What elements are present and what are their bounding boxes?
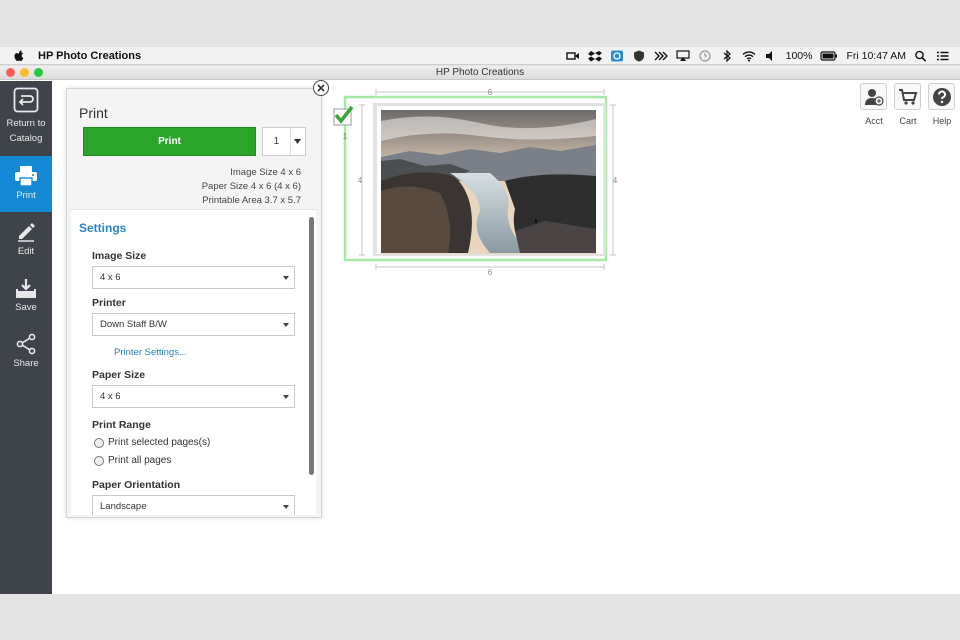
panel-title: Print [79,105,108,121]
help-button[interactable]: Help [928,83,956,126]
pencil-icon [18,223,35,242]
scrollbar-thumb[interactable] [309,217,314,475]
photo-preview: 6 6 4 4 1 [333,88,618,277]
page-select-checkbox[interactable] [333,105,354,126]
dimension-top: 6 [488,88,493,97]
radio-label: Print selected pages(s) [108,437,211,448]
image-size-label: Image Size [92,250,147,262]
chevron-down-icon [283,276,289,280]
spotlight-search-icon[interactable] [914,50,928,62]
printer-icon [15,166,37,187]
left-nav-rail: Return to Catalog Print Edit Save Share [0,81,52,594]
settings-scrollbar[interactable] [309,217,315,513]
printer-select[interactable]: Down Staff B/W [92,313,295,336]
rail-item-share[interactable]: Share [0,333,52,383]
account-icon [864,88,884,106]
photo-image[interactable] [381,110,596,254]
image-size-select[interactable]: 4 x 6 [92,266,295,289]
paper-size-value: 4 x 6 [100,391,121,402]
app-menu-name[interactable]: HP Photo Creations [38,50,141,62]
orientation-select[interactable]: Landscape [92,495,295,515]
app-window: HP Photo Creations Return to Catalog Pri… [0,66,960,594]
printer-value: Down Staff B/W [100,319,167,330]
menubar-clock[interactable]: Fri 10:47 AM [846,50,906,62]
print-panel: Print Print 1 Image Size 4 x 6 Paper Siz… [66,88,322,518]
page-number: 1 [343,132,348,141]
printer-label: Printer [92,297,126,309]
volume-icon[interactable] [764,50,778,62]
time-machine-icon[interactable] [698,49,712,62]
preview-canvas: 6 6 4 4 1 Acct Cart Help [330,81,960,591]
cart-icon [898,88,917,105]
radio-label: Print all pages [108,455,172,466]
notification-center-icon[interactable] [936,50,950,62]
apple-icon[interactable] [12,49,26,63]
window-title: HP Photo Creations [435,67,525,78]
chevron-down-icon [283,323,289,327]
rail-item-label: Save [15,302,37,313]
window-titlebar: HP Photo Creations [0,66,960,80]
dropbox-icon[interactable] [587,50,602,62]
dimension-right: 4 [613,176,618,185]
paper-size-select[interactable]: 4 x 6 [92,385,295,408]
printer-settings-link[interactable]: Printer Settings... [114,347,187,358]
dimension-left: 4 [358,176,363,185]
close-icon [317,84,325,92]
help-icon [932,87,951,106]
copies-select[interactable]: 1 [262,127,306,156]
image-size-value: 4 x 6 [100,272,121,283]
rail-item-save[interactable]: Save [0,277,52,327]
account-label: Acct [865,116,883,126]
forward-icon[interactable] [654,50,668,62]
radio-button[interactable] [94,455,104,466]
video-icon[interactable] [565,50,580,62]
settings-title: Settings [79,221,127,235]
paper-size-label: Paper Size [92,369,146,381]
top-right-toolbar: Acct Cart Help [860,83,956,126]
orientation-value: Landscape [100,501,147,512]
cart-label: Cart [899,116,917,126]
settings-section: Settings Image Size 4 x 6 Printer Down S… [71,209,316,515]
chevron-down-icon [283,505,289,509]
dimension-bottom: 6 [488,268,493,277]
close-panel-button[interactable] [313,80,329,96]
battery-icon[interactable] [820,50,838,62]
shield-check-icon[interactable] [632,50,646,62]
print-range-option-all[interactable]: Print all pages [94,455,171,466]
image-size-info: Image Size 4 x 6 [230,167,301,178]
help-label: Help [932,116,952,126]
battery-percent: 100% [785,49,813,62]
rail-item-print[interactable]: Print [0,156,52,212]
radio-button[interactable] [94,437,104,448]
copies-value: 1 [273,136,280,147]
rail-item-label: Return to Catalog [6,118,46,144]
orientation-label: Paper Orientation [92,479,181,491]
finder-sync-icon[interactable] [610,50,624,62]
paper-size-info: Paper Size 4 x 6 (4 x 6) [201,181,301,192]
wifi-icon[interactable] [742,50,756,62]
return-icon [13,87,39,113]
print-range-label: Print Range [92,419,151,431]
rail-item-return-to-catalog[interactable]: Return to Catalog [0,87,52,149]
rail-item-label: Share [13,358,39,369]
save-icon [16,279,36,298]
chevron-down-icon [283,395,289,399]
print-button[interactable]: Print [83,127,256,156]
rail-item-label: Edit [17,246,35,257]
print-range-option-selected[interactable]: Print selected pages(s) [94,437,210,448]
status-tray: 100% Fri 10:47 AM [565,49,960,62]
account-button[interactable]: Acct [860,83,888,126]
cart-button[interactable]: Cart [894,83,922,126]
bluetooth-icon[interactable] [720,49,734,62]
share-icon [16,333,36,355]
printable-area-info: Printable Area 3.7 x 5.7 [202,195,301,206]
airplay-icon[interactable] [676,49,690,62]
chevron-down-icon[interactable] [289,128,305,155]
rail-item-edit[interactable]: Edit [0,221,52,271]
rail-item-label: Print [16,190,36,201]
screen-bottom-strip [0,594,960,640]
mac-menu-bar: HP Photo Creations 100% Fri 10:47 AM [0,47,960,65]
